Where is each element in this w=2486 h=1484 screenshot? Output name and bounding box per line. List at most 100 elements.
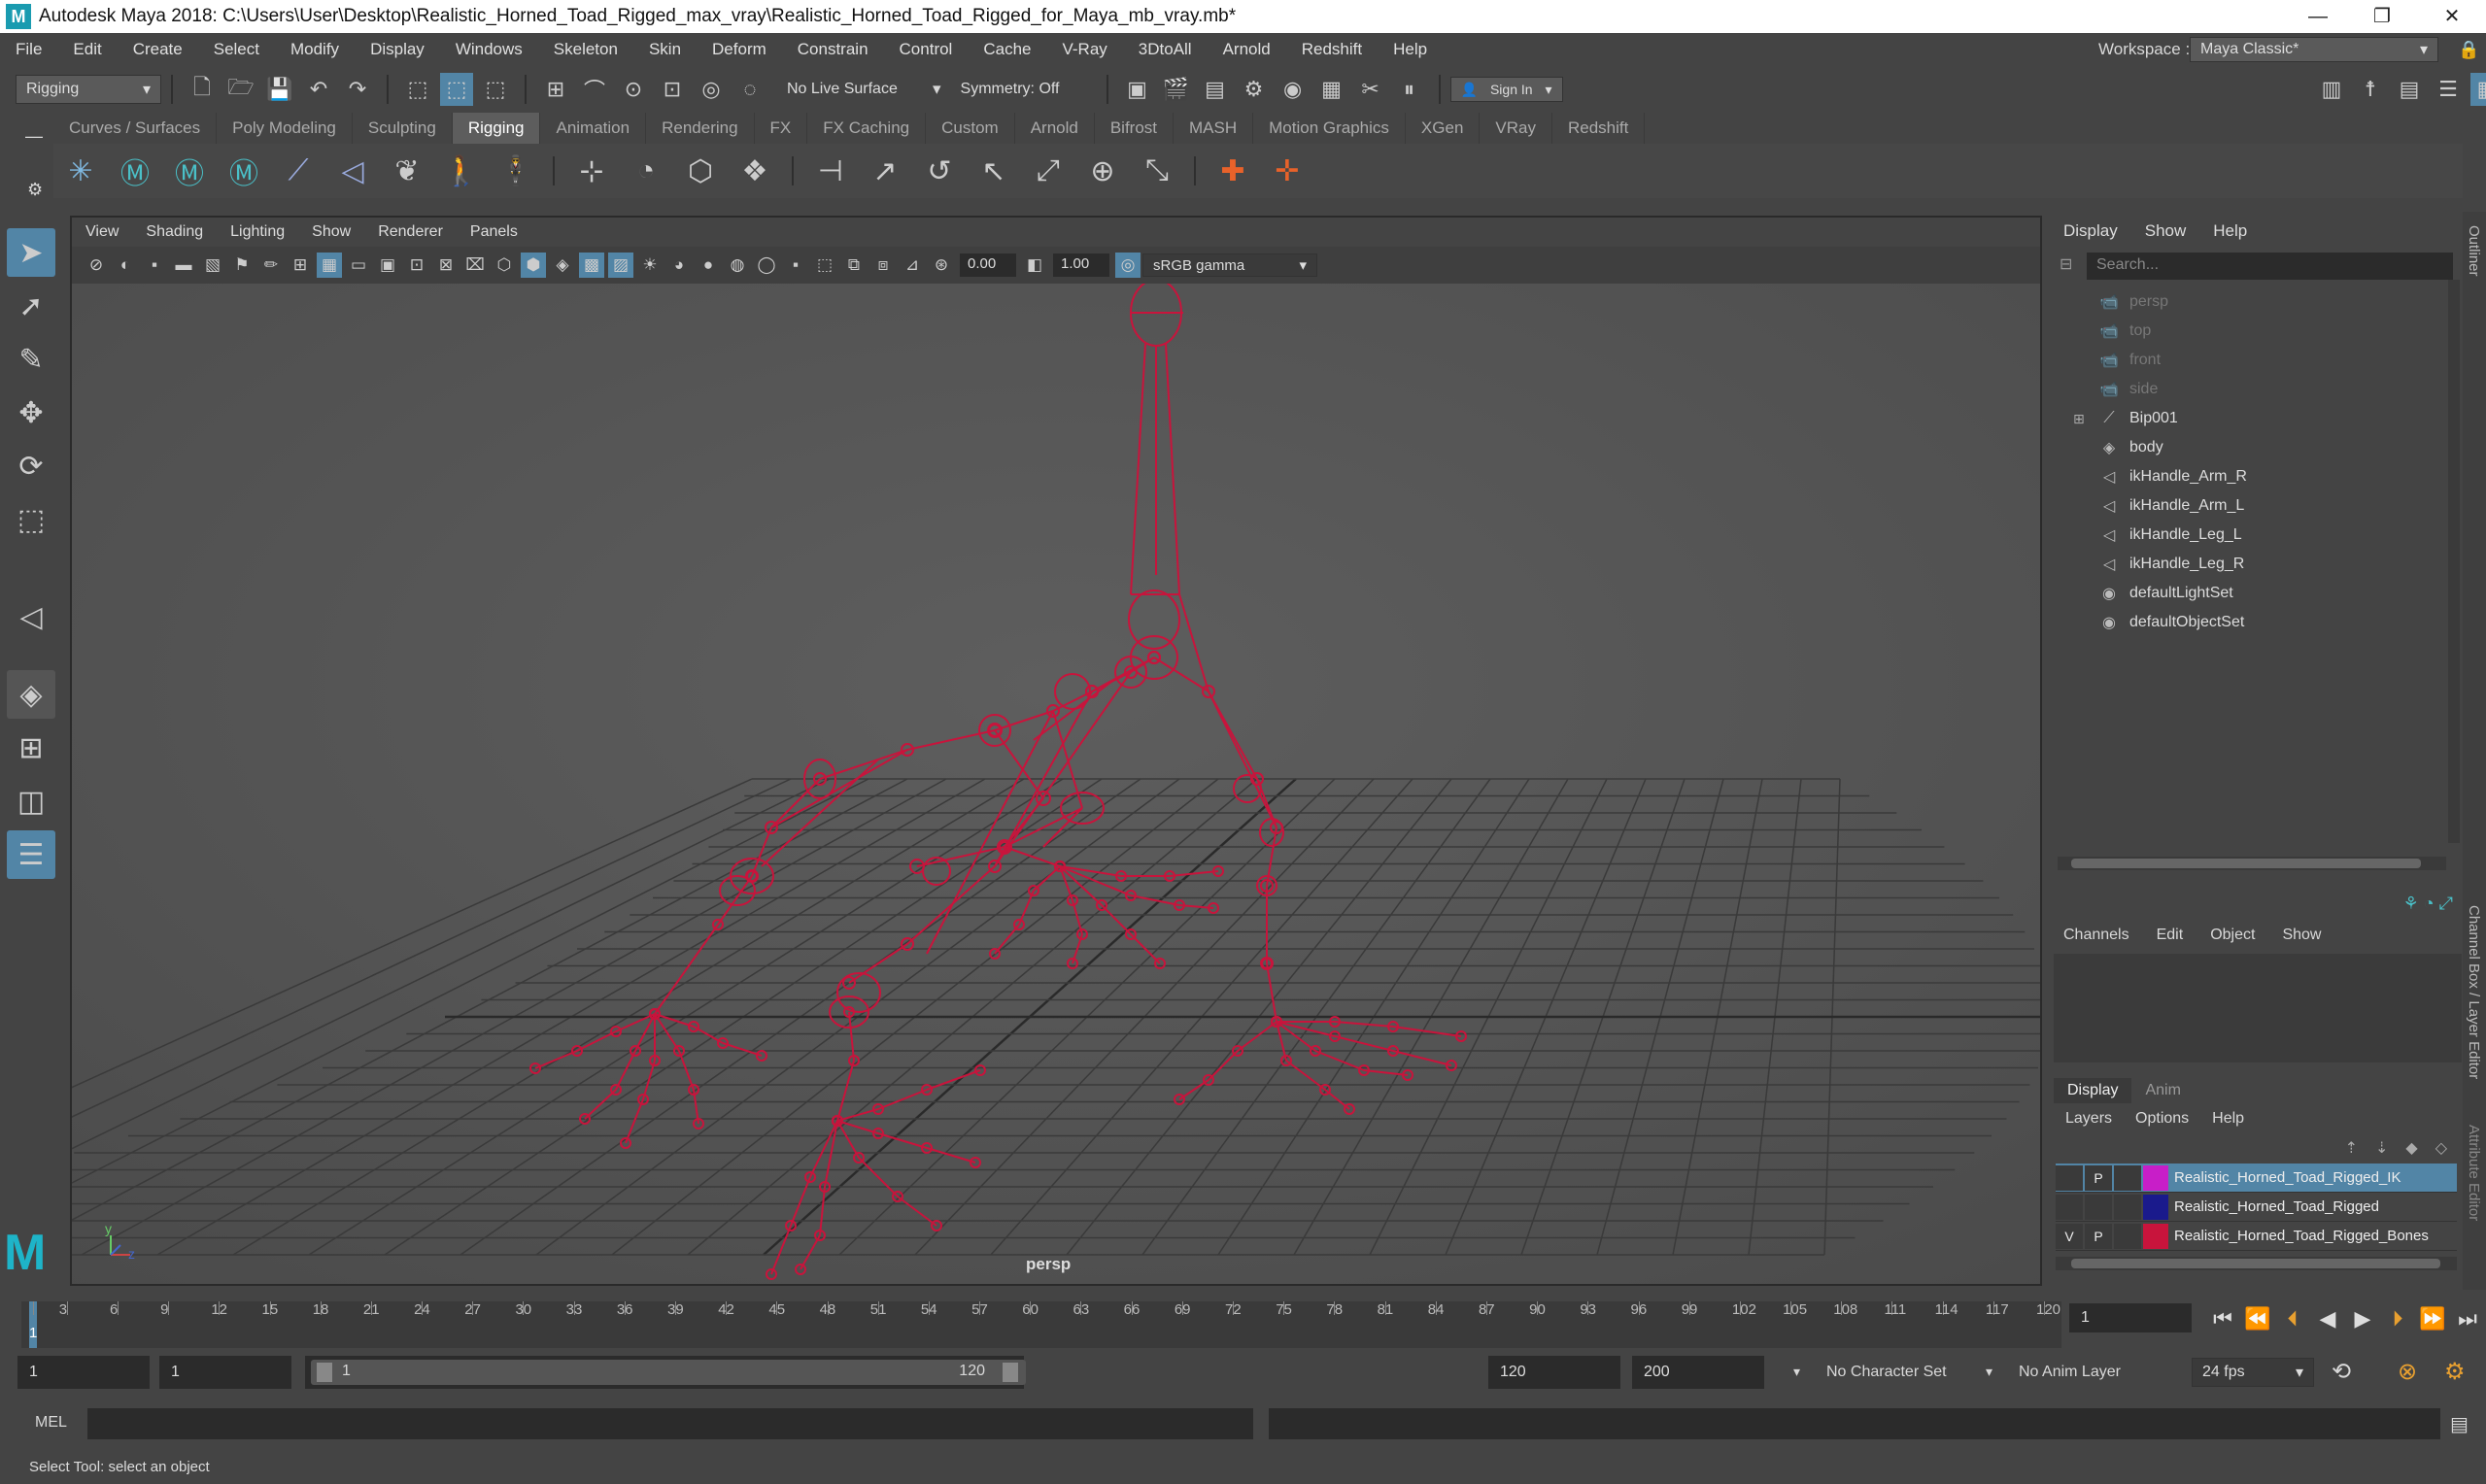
outliner-search-input[interactable]: Search... [2087, 253, 2453, 280]
outliner-item-ikhandle-arm-r[interactable]: ◁ ikHandle_Arm_R [2050, 462, 2463, 491]
shadows-icon[interactable]: ☀ [637, 253, 663, 278]
move-tool-icon[interactable]: ✥ [7, 388, 55, 437]
lasso-tool-icon[interactable]: ➚ [7, 282, 55, 330]
script-editor-icon[interactable]: ▤ [2450, 1412, 2469, 1436]
menu-select[interactable]: Select [198, 40, 275, 59]
image-plane-icon[interactable]: ▧ [200, 253, 225, 278]
layer-color-swatch[interactable] [2143, 1164, 2168, 1191]
safe-title-icon[interactable]: ⌧ [462, 253, 488, 278]
outliner-h-scrollbar[interactable] [2058, 857, 2446, 870]
lock-camera-icon[interactable]: ◐ [113, 253, 138, 278]
lock-icon[interactable]: 🔒 [2458, 40, 2479, 60]
layer-row-rigged[interactable]: Realistic_Horned_Toad_Rigged [2056, 1193, 2457, 1222]
select-camera-icon[interactable]: ⊘ [84, 253, 109, 278]
layer-visibility-toggle[interactable]: V [2056, 1223, 2083, 1249]
orient-constraint-icon[interactable]: ↺ [916, 148, 963, 194]
shelf-tab-mash[interactable]: MASH [1174, 113, 1254, 144]
close-button[interactable]: ✕ [2425, 0, 2479, 33]
last-tool-icon[interactable]: ◁ [7, 592, 55, 641]
playback-end-field[interactable]: 120 [1488, 1356, 1620, 1389]
new-scene-icon[interactable]: 🗋 [186, 73, 219, 106]
motion-blur-icon[interactable]: ● [696, 253, 721, 278]
shelf-tab-curves-surfaces[interactable]: Curves / Surfaces [53, 113, 218, 144]
outliner-menu-help[interactable]: Help [2199, 221, 2261, 241]
viewport-menu-view[interactable]: View [72, 223, 132, 241]
menu-modify[interactable]: Modify [275, 40, 355, 59]
outliner-item-top[interactable]: 📹 top [2050, 317, 2463, 346]
ipr-render-icon[interactable]: ▤ [1199, 73, 1232, 106]
step-back-frame-icon[interactable]: ⏴ [2275, 1301, 2310, 1336]
shelf-tab-xgen[interactable]: XGen [1406, 113, 1481, 144]
safe-action-icon[interactable]: ⊠ [433, 253, 459, 278]
advanced-skeleton-icon[interactable]: 🕴 [493, 148, 539, 194]
save-scene-icon[interactable]: 💾 [263, 73, 296, 106]
camera-attributes-icon[interactable]: ▪ [142, 253, 167, 278]
select-component-icon[interactable]: ⬚ [479, 73, 512, 106]
menu-control[interactable]: Control [884, 40, 969, 59]
four-pane-layout-icon[interactable]: ⊞ [7, 724, 55, 772]
gamma-field[interactable]: 1.00 [1053, 253, 1109, 277]
snap-curve-icon[interactable]: ⌒ [578, 73, 611, 106]
shelf-tab-bifrost[interactable]: Bifrost [1095, 113, 1175, 144]
point-constraint-icon[interactable]: ↗ [862, 148, 908, 194]
exposure-field[interactable]: 0.00 [960, 253, 1016, 277]
outliner-item-defaultobjectset[interactable]: ◉ defaultObjectSet [2050, 608, 2463, 637]
range-bar-thumb[interactable]: 1 120 [311, 1360, 1026, 1385]
cluster-icon[interactable]: ❖ [732, 148, 778, 194]
isolate-select-icon[interactable]: ▪ [783, 253, 808, 278]
shelf-tab-fx-caching[interactable]: FX Caching [807, 113, 927, 144]
joint-tool-icon[interactable]: ✳ [57, 148, 104, 194]
ambient-occlusion-icon[interactable]: ◕ [666, 253, 692, 278]
locator-cluster-icon[interactable]: ✛ [1264, 148, 1311, 194]
anim-prefs-icon[interactable]: ⚙ [2444, 1358, 2466, 1386]
character-set-field[interactable]: No Character Set [1826, 1364, 1947, 1381]
range-bar[interactable]: 1 120 [305, 1356, 1026, 1389]
redo-icon[interactable]: ↷ [341, 73, 374, 106]
layer-color-swatch[interactable] [2143, 1194, 2168, 1220]
outliner-menu-show[interactable]: Show [2131, 221, 2200, 241]
workspace-dropdown[interactable]: Maya Classic* ▾ [2190, 37, 2438, 62]
menu-create[interactable]: Create [118, 40, 198, 59]
snap-point-icon[interactable]: ⊙ [617, 73, 650, 106]
tangent-constraint-icon[interactable]: ⤡ [1134, 148, 1180, 194]
grid-toggle-icon[interactable]: ⊞ [288, 253, 313, 278]
smooth-shade-icon[interactable]: ⬢ [521, 253, 546, 278]
scale-constraint-icon[interactable]: ⤢ [1025, 148, 1072, 194]
humanik-skeleton-icon[interactable]: Ⓜ [166, 148, 213, 194]
move-layer-up-icon[interactable]: ⇡ [2345, 1138, 2358, 1158]
chevron-down-icon[interactable]: ▾ [1986, 1364, 1992, 1380]
single-pane-layout-icon[interactable]: ◈ [7, 670, 55, 719]
redshift-render-icon[interactable]: ✂ [1354, 73, 1387, 106]
two-pane-layout-icon[interactable]: ◫ [7, 777, 55, 826]
range-end-handle[interactable] [1003, 1363, 1018, 1382]
render-frame-icon[interactable]: 🎬 [1160, 73, 1193, 106]
sign-in-button[interactable]: 👤 Sign In ▾ [1449, 77, 1563, 102]
maximize-button[interactable]: ❐ [2355, 0, 2409, 33]
layer-playback-toggle[interactable]: P [2085, 1164, 2112, 1191]
snap-surface-icon[interactable]: ◎ [695, 73, 728, 106]
time-slider[interactable]: 1 3 6 9 12 15 18 21 24 27 30 33 36 39 42 45 48 51 54 57 60 6… [0, 1290, 2486, 1348]
rotate-tool-icon[interactable]: ⟳ [7, 442, 55, 490]
outliner-item-side[interactable]: 📹 side [2050, 375, 2463, 404]
attribute-editor-toggle-icon[interactable]: ▤ [2393, 73, 2426, 106]
select-tool-icon[interactable]: ➤ [7, 228, 55, 277]
channel-box-icons[interactable]: ⚘ ◔ ⤢ [2403, 894, 2453, 914]
symmetry-field[interactable]: Symmetry: Off [950, 75, 1097, 104]
gamma-icon[interactable]: ◧ [1022, 253, 1047, 278]
layer-display-type[interactable] [2114, 1194, 2141, 1220]
scene-canvas[interactable]: y z persp [72, 284, 2042, 1286]
humanik-icon[interactable]: Ⓜ [112, 148, 158, 194]
minimize-button[interactable]: — [2291, 0, 2345, 33]
vray-render-icon[interactable]: ▦ [1315, 73, 1348, 106]
layer-playback-toggle[interactable]: P [2085, 1223, 2112, 1249]
menuset-dropdown[interactable]: Rigging ▾ [16, 75, 161, 104]
outliner-item-defaultlightset[interactable]: ◉ defaultLightSet [2050, 579, 2463, 608]
modeling-toolkit-icon[interactable]: ▥ [2315, 73, 2348, 106]
menu-skin[interactable]: Skin [633, 40, 697, 59]
exposure-icon[interactable]: ⊛ [929, 253, 954, 278]
open-scene-icon[interactable]: 🗁 [224, 73, 257, 106]
2d-pan-zoom-icon[interactable]: ⚑ [229, 253, 255, 278]
go-to-end-icon[interactable]: ⏭ [2450, 1301, 2485, 1336]
locator-icon[interactable]: ✚ [1209, 148, 1256, 194]
layer-visibility-toggle[interactable] [2056, 1194, 2083, 1220]
